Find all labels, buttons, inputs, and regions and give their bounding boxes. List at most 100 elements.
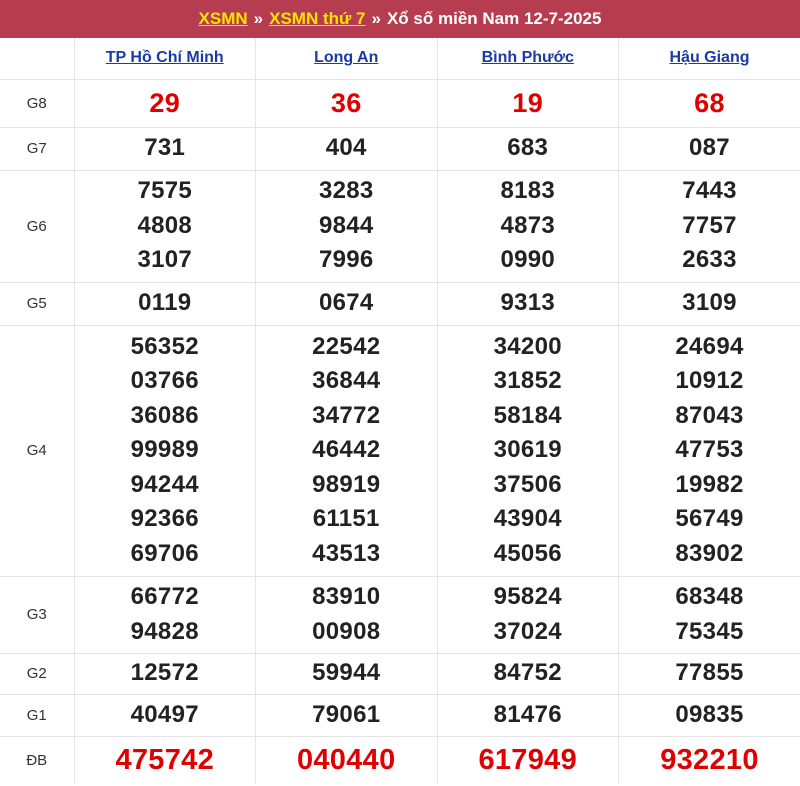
- result-cell-long-an: 22542 36844 34772 46442 98919 61151 43513: [255, 325, 438, 577]
- prize-column-header: [0, 38, 75, 80]
- result-number: 43513: [312, 539, 381, 567]
- result-number: 69706: [130, 539, 199, 567]
- prize-row-special: ĐB 475742 040440 617949 932210: [0, 736, 800, 784]
- result-number: 9844: [318, 211, 374, 239]
- province-link-tp-ho-chi-minh[interactable]: TP Hồ Chí Minh: [106, 49, 224, 66]
- result-number: 79061: [312, 700, 381, 728]
- result-number: 3109: [682, 289, 737, 317]
- result-cell-long-an: 36: [255, 79, 438, 128]
- breadcrumb-xsmn-link[interactable]: XSMN: [199, 9, 248, 29]
- result-number: 59944: [312, 659, 381, 687]
- result-cell-hau-giang: 68348 75345: [618, 576, 800, 654]
- result-cell-tp-ho-chi-minh: 56352 03766 36086 99989 94244 92366 69706: [74, 325, 256, 577]
- result-number: 0674: [318, 289, 374, 317]
- result-number: 61151: [312, 505, 380, 533]
- prize-row-g7: G7 731 404 683 087: [0, 127, 800, 171]
- result-number: 0119: [138, 289, 192, 317]
- result-number: 77855: [675, 659, 744, 687]
- result-cell-long-an: 3283 9844 7996: [255, 170, 438, 283]
- prize-row-g1: G1 40497 79061 81476 09835: [0, 694, 800, 737]
- prize-row-g2: G2 12572 59944 84752 77855: [0, 653, 800, 695]
- result-number: 731: [144, 134, 186, 162]
- result-number: 94828: [130, 617, 199, 645]
- result-cell-hau-giang: 3109: [618, 282, 800, 326]
- result-number: 22542: [312, 332, 381, 360]
- prize-label: G7: [0, 127, 75, 171]
- prize-label: G4: [0, 325, 75, 577]
- prize-row-g6: G6 7575 4808 3107 3283 9844 7996 8183 4873 0990 74…: [0, 170, 800, 283]
- result-number: 34200: [493, 332, 562, 360]
- result-number: 87043: [675, 401, 744, 429]
- result-cell-hau-giang: 932210: [619, 736, 800, 784]
- result-number: 24694: [675, 332, 744, 360]
- result-cell-hau-giang: 087: [618, 127, 800, 171]
- result-number: 4808: [137, 211, 193, 239]
- result-cell-tp-ho-chi-minh: 475742: [74, 736, 256, 784]
- prize-label: G8: [0, 79, 75, 128]
- result-number: 94244: [130, 470, 199, 498]
- result-cell-long-an: 83910 00908: [255, 576, 438, 654]
- province-link-hau-giang[interactable]: Hậu Giang: [669, 49, 749, 66]
- result-cell-binh-phuoc: 8183 4873 0990: [437, 170, 619, 283]
- result-number: 46442: [312, 436, 381, 464]
- result-number: 9313: [500, 289, 556, 317]
- result-cell-binh-phuoc: 9313: [437, 282, 619, 326]
- result-cell-tp-ho-chi-minh: 7575 4808 3107: [74, 170, 256, 283]
- result-number: 3107: [137, 246, 193, 274]
- result-number: 36: [330, 87, 362, 118]
- result-number: 040440: [296, 744, 396, 776]
- result-number: 83902: [675, 539, 744, 567]
- result-number: 475742: [115, 744, 215, 776]
- result-cell-tp-ho-chi-minh: 731: [74, 127, 256, 171]
- result-cell-binh-phuoc: 683: [437, 127, 619, 171]
- result-cell-long-an: 59944: [255, 653, 438, 695]
- result-number: 617949: [478, 744, 578, 776]
- result-number: 95824: [493, 583, 562, 610]
- result-cell-binh-phuoc: 81476: [437, 694, 619, 737]
- result-cell-hau-giang: 7443 7757 2633: [618, 170, 800, 283]
- page-title: Xổ số miền Nam 12-7-2025: [386, 9, 602, 28]
- result-number: 29: [149, 87, 181, 118]
- result-number: 68348: [675, 583, 744, 610]
- result-cell-tp-ho-chi-minh: 0119: [74, 282, 256, 326]
- result-cell-binh-phuoc: 19: [437, 79, 619, 128]
- result-number: 43904: [493, 505, 562, 533]
- result-cell-long-an: 79061: [255, 694, 438, 737]
- prize-label: G6: [0, 170, 75, 283]
- prize-row-g3: G3 66772 94828 83910 00908 95824 37024 68348 753…: [0, 576, 800, 654]
- result-number: 45056: [493, 539, 562, 567]
- result-number: 31852: [493, 367, 562, 395]
- province-link-long-an[interactable]: Long An: [314, 49, 378, 66]
- result-number: 00908: [312, 617, 381, 645]
- result-number: 7757: [682, 211, 737, 239]
- result-cell-tp-ho-chi-minh: 40497: [74, 694, 256, 737]
- result-number: 7996: [318, 246, 374, 274]
- result-number: 37024: [493, 617, 562, 645]
- result-number: 66772: [130, 583, 199, 610]
- result-cell-long-an: 404: [255, 127, 438, 171]
- result-number: 84752: [493, 659, 562, 687]
- prize-label: G1: [0, 694, 75, 737]
- result-cell-tp-ho-chi-minh: 29: [74, 79, 256, 128]
- province-link-binh-phuoc[interactable]: Bình Phước: [482, 49, 574, 66]
- result-number: 7575: [137, 177, 193, 205]
- result-number: 0990: [500, 246, 556, 274]
- result-number: 19982: [675, 470, 744, 498]
- result-number: 19: [512, 87, 544, 118]
- prize-row-g8: G8 29 36 19 68: [0, 79, 800, 128]
- result-cell-long-an: 0674: [255, 282, 438, 326]
- result-number: 56749: [675, 505, 744, 533]
- breadcrumb-separator: »: [371, 9, 381, 28]
- result-cell-long-an: 040440: [255, 736, 438, 784]
- result-number: 40497: [130, 700, 199, 728]
- result-cell-hau-giang: 24694 10912 87043 47753 19982 56749 83902: [618, 325, 800, 577]
- result-number: 12572: [130, 659, 199, 687]
- breadcrumb-xsmn-thu7-link[interactable]: XSMN thứ 7: [269, 9, 365, 29]
- result-number: 932210: [660, 744, 759, 776]
- result-number: 47753: [675, 436, 744, 464]
- results-table: TP Hồ Chí Minh Long An Bình Phước Hậu Gi…: [0, 38, 800, 784]
- result-number: 99989: [130, 436, 199, 464]
- result-number: 683: [507, 134, 549, 162]
- result-number: 68: [694, 87, 725, 118]
- result-number: 36086: [130, 401, 199, 429]
